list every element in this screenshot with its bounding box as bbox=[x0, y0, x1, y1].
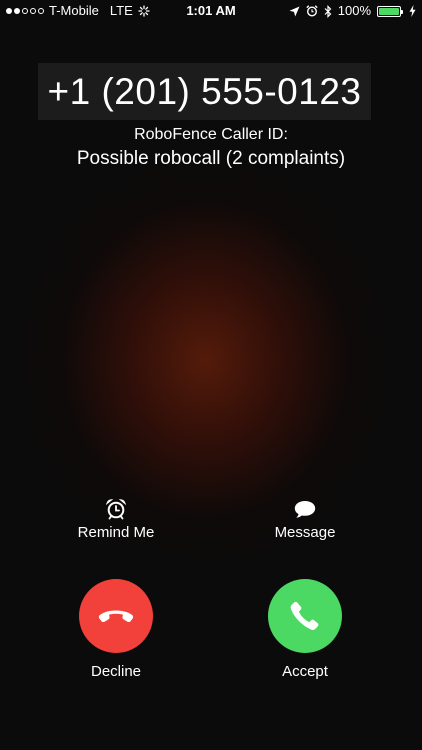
speech-bubble-icon bbox=[245, 498, 365, 522]
caller-id-label: RoboFence Caller ID: bbox=[134, 126, 288, 143]
decline-circle[interactable] bbox=[79, 579, 153, 653]
alarm-clock-icon bbox=[306, 5, 318, 17]
remind-me-button[interactable]: Remind Me bbox=[56, 498, 176, 541]
accept-button[interactable]: Accept bbox=[245, 579, 365, 680]
status-bar: T-Mobile LTE 1:01 AM 100% bbox=[0, 0, 422, 22]
incoming-call-screen: T-Mobile LTE 1:01 AM 100% +1 (201) 555-0… bbox=[0, 0, 422, 750]
message-button[interactable]: Message bbox=[245, 498, 365, 541]
caller-number-container: +1 (201) 555-0123 bbox=[38, 63, 371, 120]
location-arrow-icon bbox=[289, 6, 300, 17]
charging-bolt-icon bbox=[409, 5, 416, 17]
accept-circle[interactable] bbox=[268, 579, 342, 653]
bluetooth-icon bbox=[324, 4, 332, 18]
status-right: 100% bbox=[289, 0, 416, 22]
message-label: Message bbox=[274, 524, 336, 541]
phone-hangup-icon bbox=[97, 606, 135, 626]
alarm-clock-icon bbox=[56, 498, 176, 522]
battery-icon bbox=[377, 5, 403, 17]
accept-label: Accept bbox=[282, 663, 328, 680]
phone-icon bbox=[288, 599, 322, 633]
battery-level bbox=[379, 7, 399, 15]
decline-button[interactable]: Decline bbox=[56, 579, 176, 680]
remind-me-label: Remind Me bbox=[77, 524, 155, 541]
decline-label: Decline bbox=[90, 663, 142, 680]
caller-id-status: Possible robocall (2 complaints) bbox=[76, 148, 346, 169]
battery-percentage: 100% bbox=[337, 3, 371, 18]
caller-number: +1 (201) 555-0123 bbox=[47, 70, 362, 112]
